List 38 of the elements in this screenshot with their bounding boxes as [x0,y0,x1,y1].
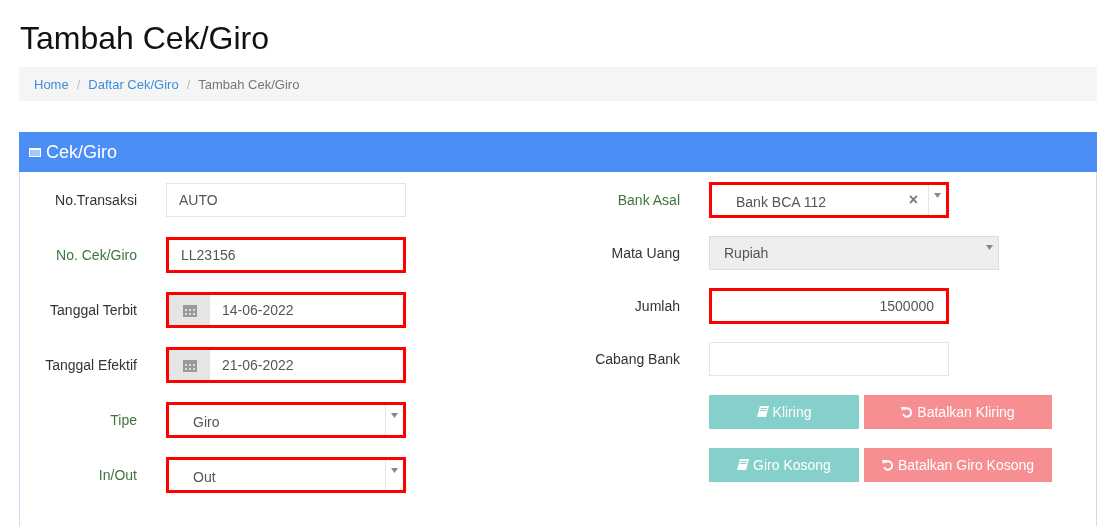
field-label: Tanggal Terbit [49,302,137,318]
book-icon [756,406,769,418]
text-field[interactable]: 1500000 [709,288,949,324]
caret-icon [934,193,941,198]
field-label: No. Cek/Giro [55,247,137,263]
date-field[interactable]: 21-06-2022 [166,347,406,383]
calendar-addon[interactable] [169,350,210,380]
breadcrumb-current: Tambah Cek/Giro [198,76,300,92]
panel-title: Cek/Giro [46,141,117,163]
field-label: Bank Asal [616,192,680,208]
breadcrumb-separator: / [75,76,82,92]
text-field[interactable]: AUTO [166,183,406,217]
field-label: Cabang Bank [594,351,680,367]
field-label: Mata Uang [610,245,680,261]
caret-icon [391,413,398,418]
book-icon [737,459,750,471]
select-field[interactable]: Out [166,457,406,493]
field-label: Tanggal Efektif [44,357,137,373]
calendar-icon [182,358,197,372]
page-title: Tambah Cek/Giro [19,19,270,58]
field-label: No.Transaksi [54,192,137,208]
clear-icon[interactable]: × [898,191,928,209]
breadcrumb-separator: / [185,76,192,92]
field-label: Jumlah [633,298,680,314]
undo-icon [901,406,914,418]
calendar-addon[interactable] [169,295,210,325]
caret-icon [391,468,398,473]
list-icon [29,147,41,157]
select-field[interactable]: Giro [166,402,406,438]
calendar-icon [182,303,197,317]
field-label: In/Out [97,467,137,483]
text-field[interactable]: LL23156 [166,237,406,273]
date-field[interactable]: 14-06-2022 [166,292,406,328]
field-label: Tipe [109,412,137,428]
caret-icon [985,245,993,250]
undo-icon [881,459,894,471]
text-field[interactable] [709,342,949,376]
select-field[interactable]: Bank BCA 112 × [709,182,949,218]
